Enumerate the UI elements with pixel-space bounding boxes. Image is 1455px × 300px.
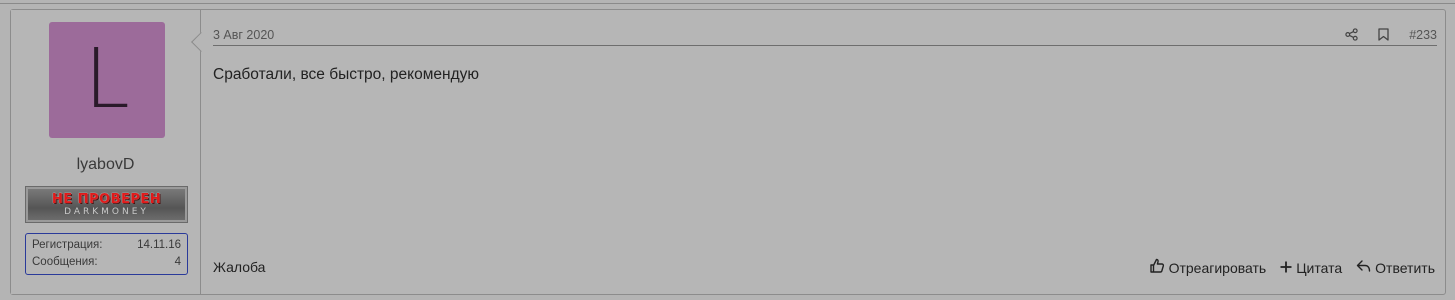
react-button[interactable]: Отреагировать — [1149, 258, 1267, 277]
stat-row-messages: Сообщения: 4 — [32, 254, 181, 271]
post-header: 3 Авг 2020 #233 — [213, 24, 1437, 46]
user-status-badge: НЕ ПРОВЕРЕН DARKMONEY — [25, 186, 188, 223]
stat-value[interactable]: 4 — [175, 254, 181, 271]
reply-label: Ответить — [1375, 259, 1435, 276]
username[interactable]: lyabovD — [11, 156, 200, 174]
thumbs-up-icon — [1149, 258, 1165, 277]
forum-post: L lyabovD НЕ ПРОВЕРЕН DARKMONEY Регистра… — [10, 9, 1446, 295]
quote-button[interactable]: Цитата — [1280, 258, 1342, 277]
reply-button[interactable]: Ответить — [1356, 258, 1435, 277]
report-link[interactable]: Жалоба — [213, 259, 265, 275]
post-content: Сработали, все быстро, рекомендую — [213, 66, 479, 83]
user-stats: Регистрация: 14.11.16 Сообщения: 4 — [25, 233, 188, 275]
bookmark-icon[interactable] — [1378, 28, 1389, 41]
stat-value: 14.11.16 — [137, 239, 181, 251]
reply-icon — [1356, 259, 1371, 276]
quote-label: Цитата — [1296, 259, 1343, 276]
post-user-cell: L lyabovD НЕ ПРОВЕРЕН DARKMONEY Регистра… — [11, 10, 211, 294]
plus-icon — [1280, 260, 1292, 276]
post-header-actions: #233 — [1345, 28, 1437, 42]
avatar[interactable]: L — [49, 22, 165, 138]
stat-label: Регистрация: — [32, 239, 103, 251]
badge-sub-text: DARKMONEY — [64, 206, 149, 217]
stat-label: Сообщения: — [32, 256, 98, 268]
post-main-cell: 3 Авг 2020 #233 Сработали, все быстро, р… — [201, 10, 1445, 294]
previous-post-edge — [0, 0, 1455, 4]
post-number-link[interactable]: #233 — [1409, 28, 1437, 42]
post-date[interactable]: 3 Авг 2020 — [213, 28, 274, 42]
react-label: Отреагировать — [1168, 259, 1267, 276]
post-footer-actions: Отреагировать Цитата Ответить — [1149, 258, 1435, 277]
share-icon[interactable] — [1345, 28, 1358, 41]
stat-row-registration: Регистрация: 14.11.16 — [32, 237, 181, 254]
badge-main-text: НЕ ПРОВЕРЕН — [51, 191, 162, 207]
